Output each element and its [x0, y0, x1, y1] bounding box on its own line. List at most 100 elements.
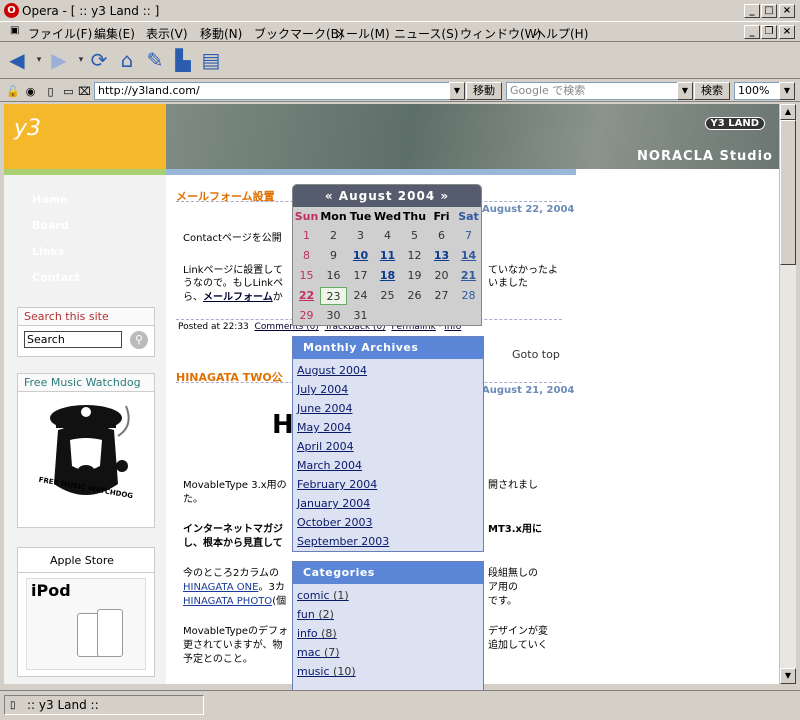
archive-link[interactable]: September 2003 — [297, 535, 389, 548]
category-link[interactable]: mac — [297, 646, 321, 659]
new-page-icon[interactable]: ▤ — [200, 49, 222, 71]
post-text: MovableType 3.x用の — [183, 480, 287, 491]
site-logo[interactable]: y3 — [4, 104, 166, 169]
scroll-up-icon[interactable]: ▲ — [780, 104, 796, 120]
print-icon[interactable]: ▙ — [172, 49, 194, 71]
category-item[interactable]: info (8) — [297, 627, 337, 640]
calendar-day[interactable]: 13 — [428, 247, 455, 265]
nav-board[interactable]: Board — [32, 219, 69, 232]
menu-window[interactable]: ウィンドウ(W) — [460, 25, 541, 42]
nav-contact[interactable]: Contact — [32, 271, 80, 284]
category-item[interactable]: mac (7) — [297, 646, 340, 659]
calendar-day[interactable]: 18 — [374, 267, 401, 285]
window-title: Opera - [ :: y3 Land :: ] — [22, 4, 160, 18]
post-text-prefix: ら、 — [183, 292, 203, 303]
archive-link[interactable]: June 2004 — [297, 402, 352, 415]
maximize-button[interactable]: □ — [761, 4, 777, 18]
ipod-image-2 — [97, 609, 123, 657]
zoom-dropdown[interactable]: ▼ — [779, 82, 795, 100]
panel-icon[interactable]: ▭ — [62, 85, 75, 98]
calendar-day: 31 — [353, 309, 368, 322]
category-link[interactable]: music — [297, 665, 330, 678]
search-engine-dropdown[interactable]: ▼ — [677, 82, 693, 100]
calendar-day[interactable]: 10 — [347, 247, 374, 265]
page-info-icon[interactable]: ▯ — [44, 85, 57, 98]
trash-icon[interactable]: ⌧ — [78, 85, 91, 98]
ipod-ad[interactable]: iPod — [26, 578, 146, 670]
menu-mail[interactable]: メール(M) — [334, 25, 390, 42]
cookie-icon[interactable]: ◉ — [24, 85, 37, 98]
category-item[interactable]: comic (1) — [297, 589, 349, 602]
archive-link[interactable]: October 2003 — [297, 516, 373, 529]
category-link[interactable]: fun — [297, 608, 315, 621]
scroll-down-icon[interactable]: ▼ — [780, 668, 796, 684]
hinagata-one-link[interactable]: HINAGATA ONE — [183, 582, 258, 593]
category-item[interactable]: music (10) — [297, 665, 356, 678]
site-search-input[interactable]: Search — [24, 331, 122, 348]
menu-news[interactable]: ニュース(S) — [394, 25, 458, 42]
calendar-prev-icon[interactable]: « — [325, 189, 334, 203]
search-button[interactable]: 検索 — [694, 82, 730, 100]
nav-home[interactable]: Home — [32, 193, 68, 206]
post-text: デザインが変 — [488, 626, 548, 637]
calendar-day[interactable]: 14 — [455, 247, 482, 265]
minimize-button[interactable]: _ — [744, 4, 760, 18]
category-item[interactable]: fun (2) — [297, 608, 334, 621]
search-input[interactable]: Google で検索 — [506, 82, 678, 100]
menu-file[interactable]: ファイル(F) — [28, 25, 92, 42]
category-link[interactable]: comic — [297, 589, 330, 602]
post-text: うなので。もしLinkペ — [183, 278, 284, 289]
calendar-day[interactable]: 22 — [293, 287, 320, 305]
post-date: August 21, 2004 — [482, 385, 575, 396]
hotlist-icon[interactable]: ✎ — [144, 49, 166, 71]
url-history-dropdown[interactable]: ▼ — [449, 82, 465, 100]
security-icon[interactable]: 🔓 — [6, 85, 20, 98]
forward-icon[interactable]: ▶ — [48, 49, 70, 71]
vertical-scrollbar[interactable]: ▲ ▼ — [779, 104, 796, 684]
calendar-next-icon[interactable]: » — [440, 189, 449, 203]
post-text: インターネットマガジ — [183, 524, 283, 535]
calendar-day[interactable]: 11 — [374, 247, 401, 265]
doc-restore-button[interactable]: ❐ — [761, 25, 777, 39]
goto-top-link[interactable]: Goto top — [512, 347, 560, 362]
reload-icon[interactable]: ⟳ — [88, 49, 110, 71]
nav-links[interactable]: Links — [32, 245, 64, 258]
home-icon[interactable]: ⌂ — [116, 49, 138, 71]
archive-link[interactable]: May 2004 — [297, 421, 351, 434]
go-button[interactable]: 移動 — [466, 82, 502, 100]
category-link[interactable]: info — [297, 627, 318, 640]
back-icon[interactable]: ◀ — [6, 49, 28, 71]
mailform-link[interactable]: メールフォーム — [203, 292, 273, 303]
watchdog-logo-icon[interactable] — [26, 396, 146, 526]
calendar-day: 1 — [303, 229, 310, 242]
archive-link[interactable]: February 2004 — [297, 478, 377, 491]
archive-link[interactable]: January 2004 — [297, 497, 370, 510]
archive-link[interactable]: July 2004 — [297, 383, 348, 396]
close-button[interactable]: × — [779, 4, 795, 18]
posted-at: Posted at 22:33 — [178, 322, 249, 332]
archive-link[interactable]: March 2004 — [297, 459, 362, 472]
back-dropdown-icon[interactable]: ▾ — [28, 49, 50, 71]
hinagata-photo-link[interactable]: HINAGATA PHOTO — [183, 596, 272, 607]
calendar-day: 3 — [357, 229, 364, 242]
scroll-thumb[interactable] — [780, 120, 796, 265]
menu-view[interactable]: 表示(V) — [146, 25, 188, 42]
search-go-icon[interactable]: ⚲ — [130, 331, 148, 349]
page-menu-icon[interactable]: ▣ — [10, 25, 19, 36]
menu-navigate[interactable]: 移動(N) — [200, 25, 242, 42]
zoom-field[interactable]: 100% — [734, 82, 780, 100]
calendar-header: « August 2004 » — [293, 185, 481, 207]
menu-bookmarks[interactable]: ブックマーク(B) — [254, 25, 344, 42]
archive-link[interactable]: April 2004 — [297, 440, 354, 453]
post-text: MT3.x用に — [488, 524, 542, 535]
calendar-day[interactable]: 21 — [455, 267, 482, 285]
navigation-toolbar: ◀ ▾ ▶ ▾ ⟳ ⌂ ✎ ▙ ▤ — [0, 43, 800, 79]
doc-close-button[interactable]: × — [779, 25, 795, 39]
archive-link[interactable]: August 2004 — [297, 364, 367, 377]
calendar-day: 27 — [434, 289, 449, 302]
category-count: (7) — [320, 646, 340, 659]
doc-minimize-button[interactable]: _ — [744, 25, 760, 39]
menu-edit[interactable]: 編集(E) — [94, 25, 135, 42]
menu-help[interactable]: ヘルプ(H) — [534, 25, 588, 42]
url-input[interactable]: http://y3land.com/ — [94, 82, 450, 100]
